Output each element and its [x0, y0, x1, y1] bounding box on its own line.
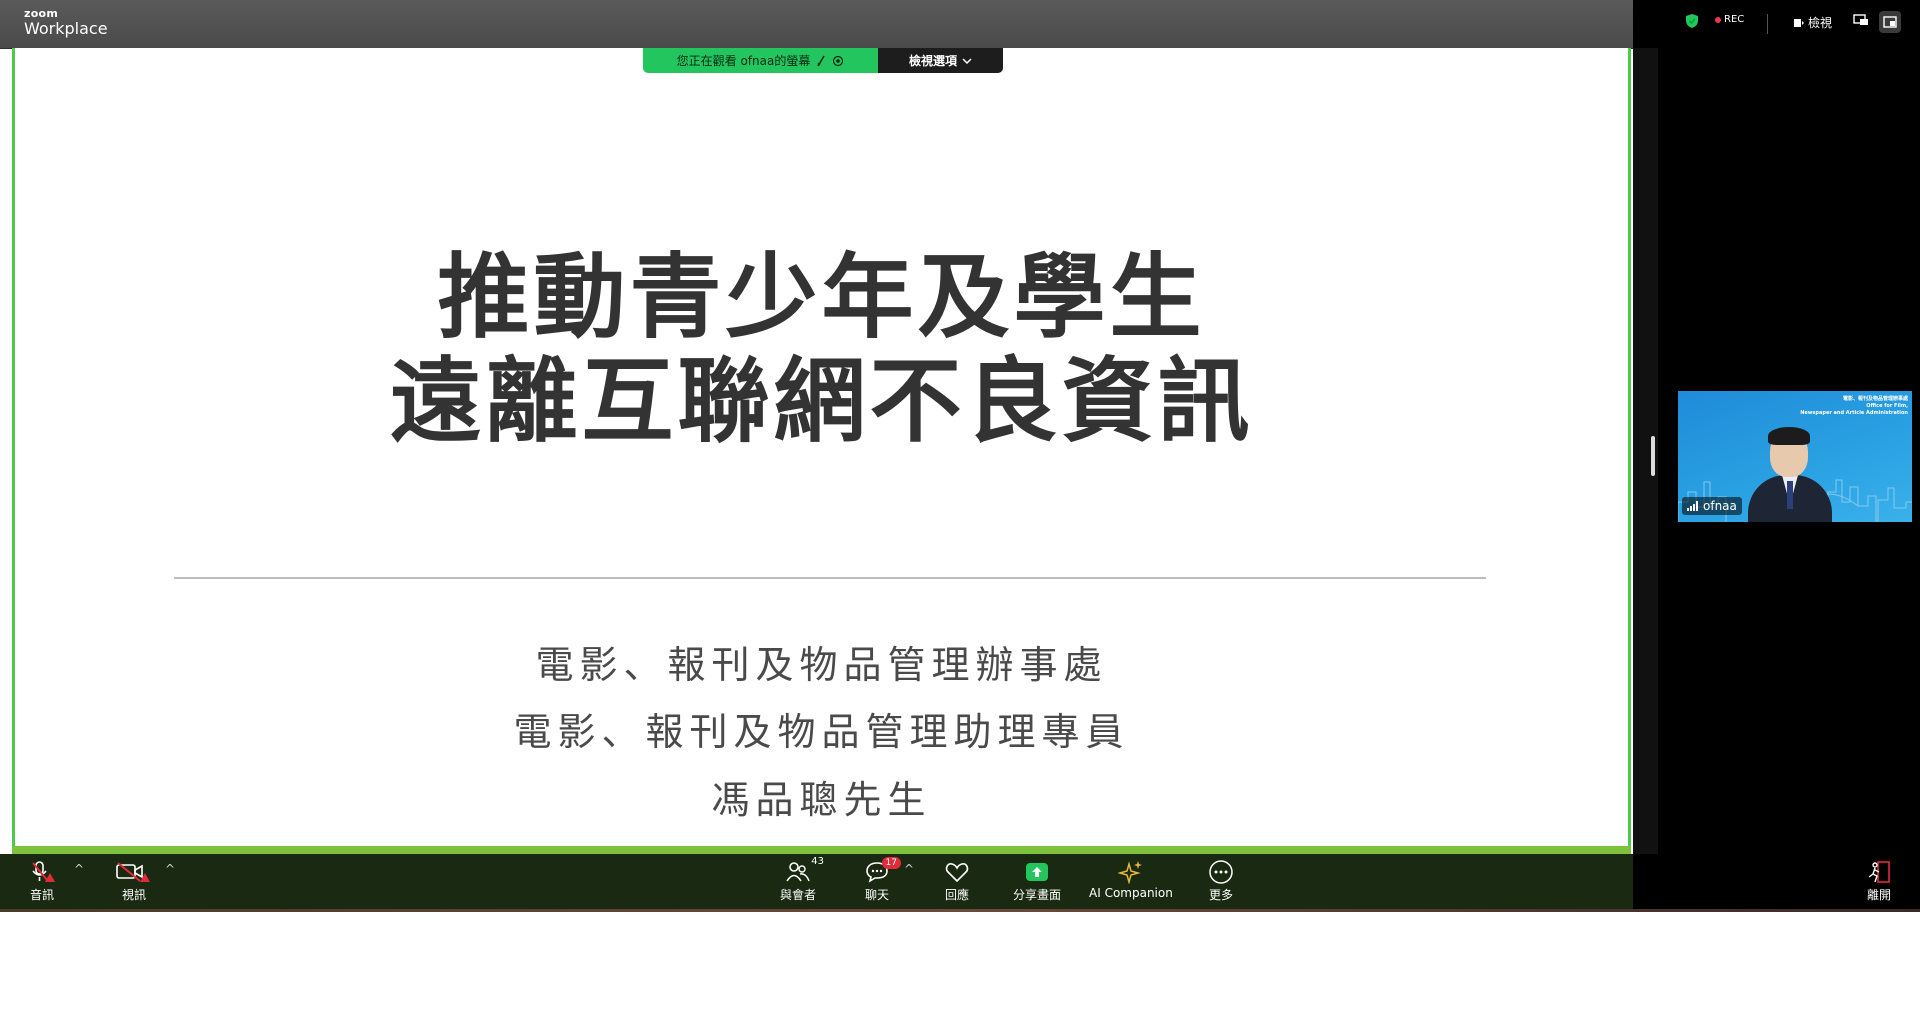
- ai-companion-button[interactable]: AI Companion: [1089, 860, 1173, 900]
- viewing-screen-banner: 您正在觀看 ofnaa的螢幕 檢視選項: [643, 48, 1003, 73]
- picture-in-picture-icon[interactable]: [1853, 14, 1869, 26]
- top-right-controls: REC 檢視: [1633, 0, 1920, 48]
- brand-small: zoom: [24, 7, 59, 20]
- ai-companion-label: AI Companion: [1089, 886, 1173, 900]
- recording-indicator[interactable]: REC: [1715, 14, 1744, 25]
- slide-divider-line: [174, 577, 1486, 579]
- view-label: 檢視: [1808, 16, 1833, 30]
- audio-label: 音訊: [29, 888, 54, 902]
- video-button[interactable]: 視訊: [115, 860, 153, 903]
- participant-name: ofnaa: [1703, 499, 1737, 513]
- audio-button[interactable]: 音訊: [28, 860, 56, 903]
- status-circle-icon: [833, 55, 844, 66]
- participant-video-tile[interactable]: 電影、報刊及物品管理辦事處 Office for Film, Newspaper…: [1678, 391, 1912, 522]
- chat-icon: 17: [865, 857, 901, 884]
- person-hair: [1768, 427, 1810, 445]
- share-label: 分享畫面: [1013, 888, 1062, 902]
- panel-resize-handle[interactable]: [1651, 436, 1655, 476]
- panel-shade: [1633, 48, 1658, 912]
- viewing-status: 您正在觀看 ofnaa的螢幕: [643, 48, 878, 73]
- participants-icon: 43: [786, 856, 824, 884]
- share-icon-wrap: [1026, 860, 1048, 884]
- chat-unread-badge: 17: [881, 857, 901, 869]
- sparkle-icon: [1117, 860, 1144, 884]
- title-bar: zoom Workplace: [0, 0, 1633, 49]
- react-label: 回應: [945, 888, 970, 902]
- share-status-bar: [12, 846, 1631, 854]
- share-screen-button[interactable]: 分享畫面: [1013, 860, 1061, 903]
- slide-subtitle-1: 電影、報刊及物品管理辦事處: [535, 643, 1108, 687]
- more-icon: [1208, 860, 1234, 884]
- slide-title-line-2: 遠離互聯網不良資訊: [389, 348, 1254, 455]
- meeting-toolbar: 音訊 ^ 視訊 ^ 43 與會者 17 聊天 ^ 回應 分享畫面 AI Comp…: [0, 854, 1633, 909]
- more-button[interactable]: 更多: [1208, 860, 1234, 903]
- layout-icon[interactable]: [1879, 11, 1901, 33]
- slide-subtitle-3: 馮品聰先生: [711, 778, 932, 822]
- shared-screen-slide: 推動青少年及學生 遠離互聯網不良資訊 電影、報刊及物品管理辦事處 電影、報刊及物…: [15, 48, 1628, 846]
- org-line-3: Newspaper and Article Administration: [1800, 409, 1908, 416]
- chat-label: 聊天: [865, 888, 890, 902]
- divider: [1767, 14, 1768, 34]
- chat-button[interactable]: 17 聊天: [865, 857, 901, 903]
- slide-title-line-1: 推動青少年及學生: [437, 244, 1206, 351]
- toolbar-right-area: 離開: [1633, 854, 1920, 909]
- security-shield-icon[interactable]: [1686, 14, 1698, 28]
- more-label: 更多: [1208, 888, 1233, 902]
- video-label: 視訊: [121, 888, 146, 902]
- participants-button[interactable]: 43 與會者: [780, 856, 824, 903]
- microphone-muted-icon: [28, 860, 56, 884]
- leave-button[interactable]: 離開: [1866, 860, 1892, 903]
- leave-icon: [1866, 860, 1892, 884]
- annotate-icon: [817, 55, 825, 66]
- participant-name-tag: ofnaa: [1682, 497, 1742, 515]
- view-options-button[interactable]: 檢視選項: [878, 48, 1003, 73]
- signal-strength-icon: [1687, 501, 1698, 511]
- chevron-down-icon: [962, 57, 972, 64]
- react-button[interactable]: 回應: [945, 860, 969, 903]
- leave-label: 離開: [1866, 888, 1891, 902]
- window-bottom-edge: [0, 909, 1920, 912]
- org-line-2: Office for Film,: [1866, 402, 1908, 409]
- video-off-icon: [115, 860, 153, 884]
- video-options-chevron-icon[interactable]: ^: [165, 862, 175, 876]
- participants-count: 43: [811, 856, 824, 867]
- participants-label: 與會者: [780, 888, 817, 902]
- zoom-workplace-logo: zoom Workplace: [24, 8, 108, 37]
- audio-options-chevron-icon[interactable]: ^: [74, 862, 84, 876]
- brand-name: Workplace: [24, 19, 108, 38]
- heart-icon: [945, 860, 969, 884]
- rec-label: REC: [1724, 14, 1745, 25]
- view-button[interactable]: 檢視: [1793, 14, 1832, 31]
- record-dot-icon: [1715, 16, 1721, 23]
- view-options-label: 檢視選項: [908, 54, 957, 68]
- org-line-1: 電影、報刊及物品管理辦事處: [1842, 396, 1908, 402]
- slide-subtitle-2: 電影、報刊及物品管理助理專員: [513, 710, 1130, 754]
- video-background-org-text: 電影、報刊及物品管理辦事處 Office for Film, Newspaper…: [1800, 396, 1908, 416]
- viewing-text: 您正在觀看 ofnaa的螢幕: [676, 54, 811, 68]
- person-tie: [1787, 481, 1793, 509]
- chat-options-chevron-icon[interactable]: ^: [904, 862, 914, 876]
- share-screen-icon: [1026, 863, 1048, 881]
- view-icon: [1794, 18, 1804, 27]
